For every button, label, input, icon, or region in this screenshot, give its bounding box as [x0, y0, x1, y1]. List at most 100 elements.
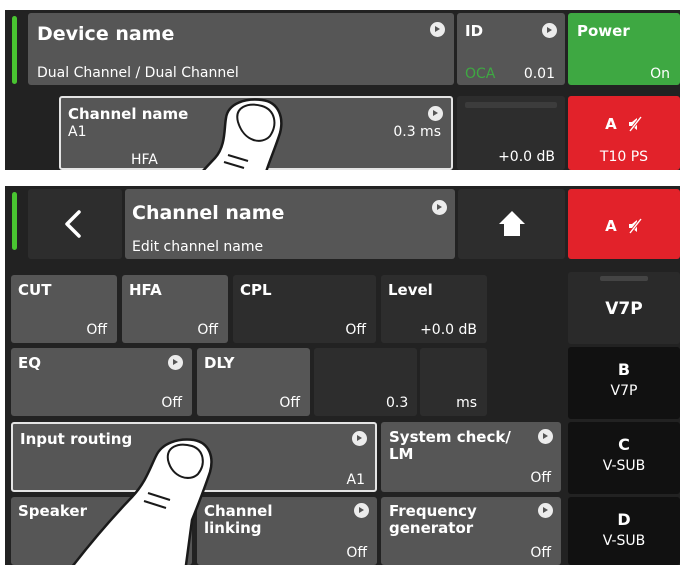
cpl-label: CPL [240, 281, 272, 299]
channel-tab-speaker: V-SUB [602, 533, 646, 549]
channel-tab-letter: D [617, 510, 631, 529]
channel-input: A1 [68, 124, 87, 140]
hfa-label: HFA [129, 281, 162, 299]
dly-button[interactable]: DLY Off [197, 348, 310, 416]
frequency-generator-label: Frequency [389, 502, 477, 520]
channel-name-subtitle: Edit channel name [132, 239, 264, 255]
level-value: +0.0 dB [498, 149, 555, 165]
level-value: +0.0 dB [420, 322, 477, 338]
system-check-label: System check/ [389, 428, 511, 446]
device-name-button[interactable]: Device name Dual Channel / Dual Channel [28, 13, 454, 85]
cut-value: Off [86, 322, 107, 338]
chevron-right-icon [538, 503, 553, 518]
chevron-right-icon [432, 200, 447, 215]
mute-label-group: A [568, 216, 680, 238]
speaker-value: V7P [155, 545, 182, 561]
speaker-button[interactable]: Speaker V7P [11, 497, 192, 565]
eq-value: Off [161, 395, 182, 411]
system-check-value: Off [530, 470, 551, 486]
frequency-generator-button[interactable]: Frequency generator Off [381, 497, 561, 565]
channel-linking-label: Channel [204, 502, 273, 520]
channel-linking-value: Off [346, 545, 367, 561]
channel-tab-letter: B [617, 360, 631, 379]
mute-button[interactable]: A T10 PS [568, 96, 680, 170]
delay-amount: 0.3 [386, 395, 409, 411]
delay-amount-field[interactable]: 0.3 [314, 348, 417, 416]
mute-channel-label: A [605, 115, 617, 133]
chevron-right-icon [542, 23, 557, 38]
panel-separator [0, 170, 680, 186]
channel-name-button[interactable]: Channel name Edit channel name [125, 189, 455, 259]
chevron-right-icon [428, 106, 443, 121]
channel-linking-label-2: linking [204, 519, 262, 537]
channel-tab-speaker: V7P [605, 299, 643, 319]
cpl-value: Off [345, 322, 366, 338]
channel-tab-c[interactable]: C V-SUB [568, 422, 680, 494]
back-button[interactable] [28, 189, 122, 259]
cpl-button[interactable]: CPL Off [233, 275, 376, 343]
mute-button[interactable]: A [568, 189, 680, 259]
channel-tab-speaker: V-SUB [602, 458, 646, 474]
channel-name-title: Channel name [68, 105, 189, 123]
home-icon [499, 211, 525, 236]
chevron-right-icon [430, 22, 445, 37]
id-button[interactable]: ID OCA 0.01 [457, 13, 565, 85]
eq-button[interactable]: EQ Off [11, 348, 192, 416]
channel-tab-speaker: V7P [610, 383, 638, 399]
chevron-right-icon [168, 355, 183, 370]
system-check-label-2: LM [389, 445, 414, 463]
channel-tab-current[interactable]: V7P [568, 272, 680, 344]
power-label: Power [577, 22, 630, 40]
mute-label-group: A [568, 114, 680, 136]
id-value: 0.01 [523, 66, 555, 82]
channel-settings-panel: Channel name Edit channel name A CUT Off… [5, 186, 680, 565]
id-label: ID [465, 22, 484, 40]
back-arrow-icon [65, 210, 81, 238]
active-indicator [12, 16, 17, 84]
input-routing-value: A1 [346, 472, 365, 488]
speaker-muted-icon [627, 116, 643, 136]
device-subtitle: Dual Channel / Dual Channel [37, 65, 239, 81]
chevron-right-icon [538, 429, 553, 444]
id-protocol: OCA [465, 66, 496, 82]
level-label: Level [388, 281, 433, 299]
delay-unit-field[interactable]: ms [420, 348, 487, 416]
mute-channel-label: A [605, 217, 617, 235]
hfa-button[interactable]: HFA Off [122, 275, 228, 343]
home-button[interactable] [458, 189, 565, 259]
channel-mode: HFA [131, 152, 158, 168]
level-display[interactable]: +0.0 dB [457, 96, 565, 170]
chevron-right-icon [352, 431, 367, 446]
input-routing-button[interactable]: Input routing A1 [11, 422, 377, 492]
power-state: On [650, 66, 670, 82]
channel-delay: 0.3 ms [393, 124, 441, 140]
channel-tab-b[interactable]: B V7P [568, 347, 680, 419]
channel-level-meter [600, 276, 648, 281]
dly-label: DLY [204, 354, 235, 372]
hfa-value: Off [197, 322, 218, 338]
chevron-right-icon [354, 503, 369, 518]
screenshot: Device name Dual Channel / Dual Channel … [0, 0, 680, 565]
speaker-muted-icon [627, 218, 643, 238]
input-routing-label: Input routing [20, 430, 133, 448]
eq-label: EQ [18, 354, 41, 372]
device-overview-panel: Device name Dual Channel / Dual Channel … [5, 10, 680, 170]
level-meter [465, 102, 557, 108]
channel-linking-button[interactable]: Channel linking Off [197, 497, 377, 565]
frequency-generator-label-2: generator [389, 519, 474, 537]
power-button[interactable]: Power On [568, 13, 680, 85]
dly-value: Off [279, 395, 300, 411]
delay-unit: ms [456, 395, 477, 411]
channel-name-button[interactable]: Channel name A1 0.3 ms HFA [59, 96, 453, 170]
channel-tab-d[interactable]: D V-SUB [568, 497, 680, 565]
channel-name-title: Channel name [132, 202, 285, 224]
mute-speaker: T10 PS [599, 149, 649, 165]
device-name-title: Device name [37, 23, 175, 45]
cut-label: CUT [18, 281, 52, 299]
speaker-label: Speaker [18, 502, 87, 520]
frequency-generator-value: Off [530, 545, 551, 561]
cut-button[interactable]: CUT Off [11, 275, 117, 343]
active-indicator [12, 192, 17, 250]
level-button[interactable]: Level +0.0 dB [381, 275, 487, 343]
system-check-button[interactable]: System check/ LM Off [381, 422, 561, 492]
